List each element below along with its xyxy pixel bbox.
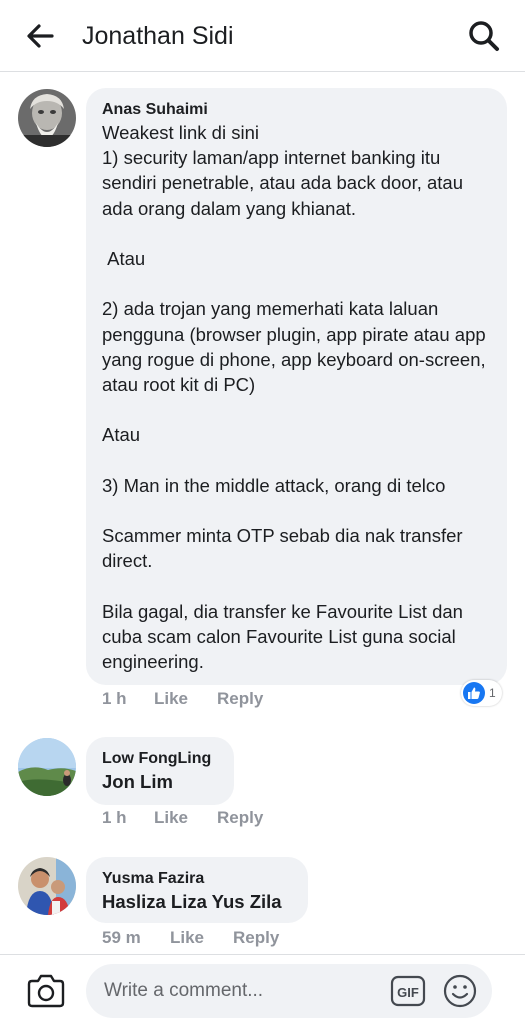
avatar[interactable]: [18, 738, 76, 796]
avatar[interactable]: [18, 89, 76, 147]
reaction-count: 1: [489, 686, 496, 700]
reply-button[interactable]: Reply: [217, 689, 263, 709]
top-bar: Jonathan Sidi: [0, 0, 525, 72]
search-icon: [469, 21, 499, 51]
camera-icon: [27, 974, 65, 1008]
svg-text:GIF: GIF: [397, 985, 419, 1000]
like-icon: [463, 682, 485, 704]
reply-button[interactable]: Reply: [217, 808, 263, 828]
camera-button[interactable]: [26, 973, 66, 1009]
like-button[interactable]: Like: [170, 928, 204, 948]
avatar[interactable]: [18, 857, 76, 915]
emoji-icon: [443, 974, 477, 1008]
like-button[interactable]: Like: [154, 808, 188, 828]
comment-time: 59 m: [102, 928, 141, 947]
comment-bubble: Low FongLing Jon Lim: [86, 737, 234, 805]
comment-text[interactable]: Hasliza Liza Yus Zila: [102, 889, 306, 915]
back-button[interactable]: [22, 18, 58, 54]
comment-author[interactable]: Low FongLing: [102, 749, 232, 769]
reply-button[interactable]: Reply: [233, 928, 279, 948]
reaction-badge[interactable]: 1: [461, 680, 502, 706]
comment-text[interactable]: Jon Lim: [102, 769, 232, 795]
gif-icon: GIF: [390, 975, 426, 1007]
comment-author[interactable]: Yusma Fazira: [102, 869, 306, 889]
comment-author[interactable]: Anas Suhaimi: [102, 100, 497, 120]
comment-time: 1 h: [102, 808, 127, 827]
gif-button[interactable]: GIF: [390, 975, 426, 1007]
search-button[interactable]: [464, 16, 504, 56]
like-button[interactable]: Like: [154, 689, 188, 709]
comment-bubble: Anas Suhaimi Weakest link di sini 1) sec…: [86, 88, 507, 685]
emoji-button[interactable]: [442, 973, 478, 1009]
comment-composer: Write a comment... GIF: [0, 954, 525, 1024]
comment-text: Weakest link di sini 1) security laman/a…: [102, 122, 486, 673]
comment-input-placeholder: Write a comment...: [104, 980, 264, 1001]
comment-time: 1 h: [102, 689, 127, 708]
back-arrow-icon: [27, 24, 54, 48]
page-title: Jonathan Sidi: [82, 22, 234, 50]
comment-input[interactable]: Write a comment... GIF: [86, 964, 492, 1018]
comment-bubble: Yusma Fazira Hasliza Liza Yus Zila: [86, 857, 308, 923]
